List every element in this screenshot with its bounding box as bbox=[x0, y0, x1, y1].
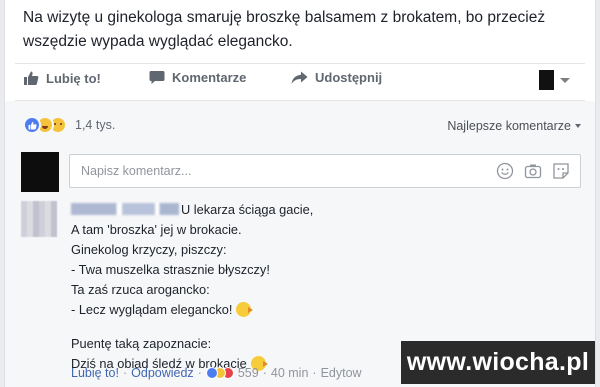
reactions-summary[interactable]: 1,4 tys. bbox=[23, 116, 115, 134]
comment-meta: Lubię to! · Odpowiedz · 559 · 40 min · E… bbox=[71, 366, 362, 380]
like-button-label: Lubię to! bbox=[46, 70, 101, 86]
comment-body: U lekarza ściąga gacie, A tam 'broszka' … bbox=[71, 200, 401, 374]
speech-bubble-icon bbox=[149, 70, 165, 85]
post-actions-bar: Lubię to! Komentarze Udostępnij bbox=[23, 70, 583, 94]
separator-dot: · bbox=[312, 366, 317, 380]
chevron-down-icon bbox=[560, 77, 570, 83]
share-button[interactable]: Udostępnij bbox=[291, 70, 382, 85]
reaction-count: 1,4 tys. bbox=[75, 118, 116, 132]
comment-line: Puentę taką zapoznacie: bbox=[71, 336, 212, 351]
comment-button[interactable]: Komentarze bbox=[149, 70, 246, 85]
separator-dot: · bbox=[262, 366, 267, 380]
audience-selector[interactable] bbox=[539, 70, 570, 90]
sticker-icon[interactable] bbox=[552, 162, 570, 180]
comment-gap bbox=[71, 320, 401, 334]
comment-line: Ginekolog krzyczy, piszczy: bbox=[71, 242, 227, 257]
watermark: www.wiocha.pl bbox=[401, 341, 595, 384]
sort-label: Najlepsze komentarze bbox=[447, 119, 571, 133]
comment-edited-label[interactable]: Edytow bbox=[321, 366, 362, 380]
like-reaction-icon bbox=[205, 367, 218, 379]
emoji-icon[interactable] bbox=[496, 162, 514, 180]
commenter-name[interactable] bbox=[71, 203, 179, 215]
commenter-avatar[interactable] bbox=[21, 201, 57, 237]
share-arrow-icon bbox=[291, 71, 308, 85]
current-user-avatar bbox=[21, 152, 59, 192]
like-button[interactable]: Lubię to! bbox=[23, 70, 101, 86]
comment-line: Ta zaś rzuca arogancko: bbox=[71, 282, 210, 297]
comment-input[interactable]: Napisz komentarz... bbox=[69, 154, 581, 188]
comment-line: U lekarza ściąga gacie, bbox=[71, 200, 401, 220]
like-reaction-icon bbox=[23, 116, 41, 134]
comment-reply-link[interactable]: Odpowiedz bbox=[131, 366, 194, 380]
comment-like-link[interactable]: Lubię to! bbox=[71, 366, 119, 380]
separator-dot: · bbox=[197, 366, 202, 380]
comment-time[interactable]: 40 min bbox=[271, 366, 309, 380]
comment-sort-dropdown[interactable]: Najlepsze komentarze bbox=[447, 119, 581, 133]
camera-icon[interactable] bbox=[524, 162, 542, 180]
share-button-label: Udostępnij bbox=[315, 70, 383, 85]
comment-button-label: Komentarze bbox=[172, 70, 247, 85]
post-card: Na wizytę u ginekologa smaruję broszkę b… bbox=[4, 0, 596, 387]
comment-line: - Twa muszelka strasznie błyszczy! bbox=[71, 262, 270, 277]
comment-reactions[interactable]: 559 bbox=[205, 366, 259, 380]
audience-avatar bbox=[539, 70, 554, 90]
divider bbox=[15, 63, 585, 64]
chevron-down-icon bbox=[575, 124, 581, 128]
comment-line: A tam 'broszka' jej w brokacie. bbox=[71, 222, 242, 237]
post-text: Na wizytę u ginekologa smaruję broszkę b… bbox=[23, 9, 546, 50]
separator-dot: · bbox=[122, 366, 128, 380]
comment-input-tools bbox=[496, 162, 570, 180]
comment-line: - Lecz wyglądam elegancko! bbox=[71, 300, 401, 320]
comment-input-placeholder: Napisz komentarz... bbox=[81, 164, 192, 178]
thumbs-up-icon bbox=[23, 70, 39, 86]
comment-reaction-count: 559 bbox=[237, 366, 259, 380]
chick-emoji-icon bbox=[236, 302, 254, 317]
